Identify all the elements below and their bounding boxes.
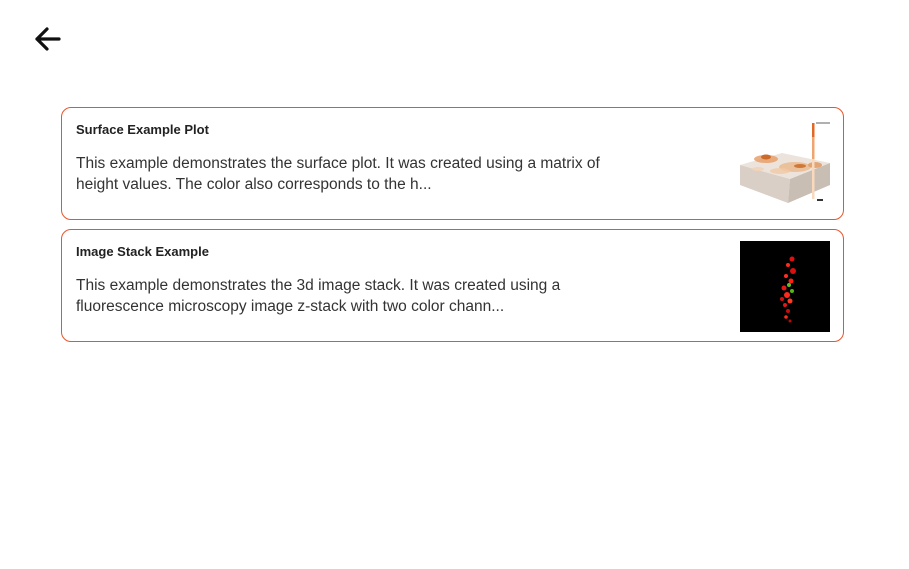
card-title: Surface Example Plot xyxy=(76,122,209,137)
example-card-surface-plot[interactable]: Surface Example Plot This example demons… xyxy=(61,107,844,220)
surface-plot-thumbnail xyxy=(740,119,830,210)
back-button[interactable] xyxy=(30,26,64,56)
example-card-image-stack[interactable]: Image Stack Example This example demonst… xyxy=(61,229,844,342)
card-title: Image Stack Example xyxy=(76,244,209,259)
image-stack-thumbnail xyxy=(740,241,830,332)
arrow-left-icon xyxy=(32,25,62,58)
card-description: This example demonstrates the surface pl… xyxy=(76,155,600,193)
card-description: This example demonstrates the 3d image s… xyxy=(76,277,561,315)
